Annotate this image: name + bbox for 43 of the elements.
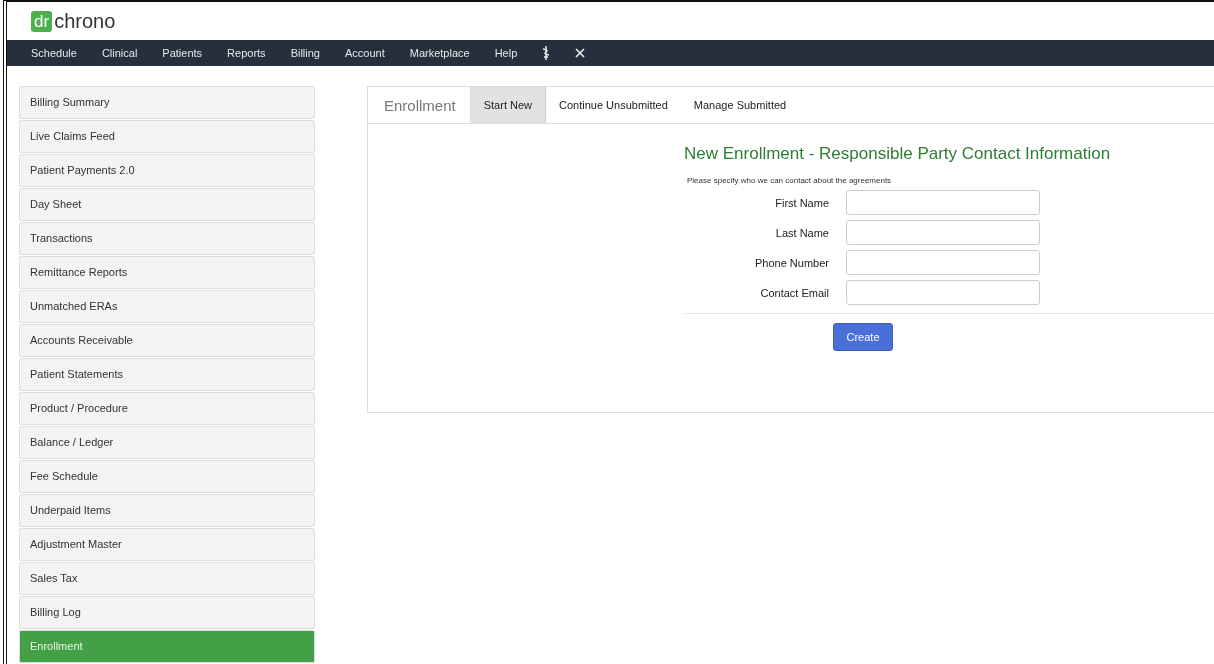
input-field[interactable]	[846, 190, 1040, 215]
logo-name: chrono	[54, 9, 116, 33]
sidebar-item[interactable]: Patient Payments 2.0	[19, 154, 315, 187]
nav-link[interactable]: Reports	[227, 47, 266, 59]
form-description: Please specify who we can contact about the agreements	[687, 176, 893, 185]
sidebar-item[interactable]: Product / Procedure	[19, 392, 315, 425]
nav-link[interactable]: Help	[494, 47, 518, 59]
input-field[interactable]	[846, 250, 1040, 275]
sidebar-item[interactable]: Patient Statements	[19, 358, 315, 391]
nav-link[interactable]: Patients	[162, 47, 203, 59]
sidebar-item[interactable]: Billing Summary	[19, 86, 315, 119]
input-field[interactable]	[846, 220, 1040, 245]
sidebar-item[interactable]: Transactions	[19, 222, 315, 255]
nav-link[interactable]: Account	[345, 47, 385, 59]
nav-link[interactable]: Marketplace	[409, 47, 470, 59]
sidebar-item[interactable]: Underpaid Items	[19, 494, 315, 527]
sidebar-item[interactable]: Remittance Reports	[19, 256, 315, 289]
field-label: Last Name	[774, 226, 829, 239]
panel-heading: Enrollment	[368, 87, 471, 123]
nav-link[interactable]: Clinical	[101, 47, 138, 59]
logo-mark: dr	[31, 10, 53, 32]
input-field[interactable]	[846, 280, 1040, 305]
sidebar-item[interactable]: Balance / Ledger	[19, 426, 315, 459]
field-label: Contact Email	[759, 286, 829, 299]
form-title: New Enrollment - Responsible Party Contact Information	[684, 144, 1112, 164]
close-icon[interactable]	[575, 48, 586, 58]
tab[interactable]: Start New	[470, 87, 546, 123]
sidebar-item[interactable]: Sales Tax	[19, 562, 315, 595]
tab[interactable]: Manage Submitted	[680, 87, 800, 123]
sidebar-item[interactable]: Accounts Receivable	[19, 324, 315, 357]
sidebar-item[interactable]: Billing Log	[19, 596, 315, 629]
nav-link[interactable]: Billing	[290, 47, 320, 59]
field-label: First Name	[774, 196, 829, 209]
sidebar-item[interactable]: Fee Schedule	[19, 460, 315, 493]
caduceus-icon[interactable]	[542, 46, 551, 60]
sidebar-item[interactable]: Unmatched ERAs	[19, 290, 315, 323]
tab[interactable]: Continue Unsubmitted	[546, 87, 681, 123]
field-label: Phone Number	[754, 256, 829, 269]
sidebar-item[interactable]: Adjustment Master	[19, 528, 315, 561]
sidebar-item[interactable]: Live Claims Feed	[19, 120, 315, 153]
create-button[interactable]: Create	[833, 323, 893, 351]
sidebar-item[interactable]: Day Sheet	[19, 188, 315, 221]
nav-link[interactable]: Schedule	[31, 47, 77, 59]
